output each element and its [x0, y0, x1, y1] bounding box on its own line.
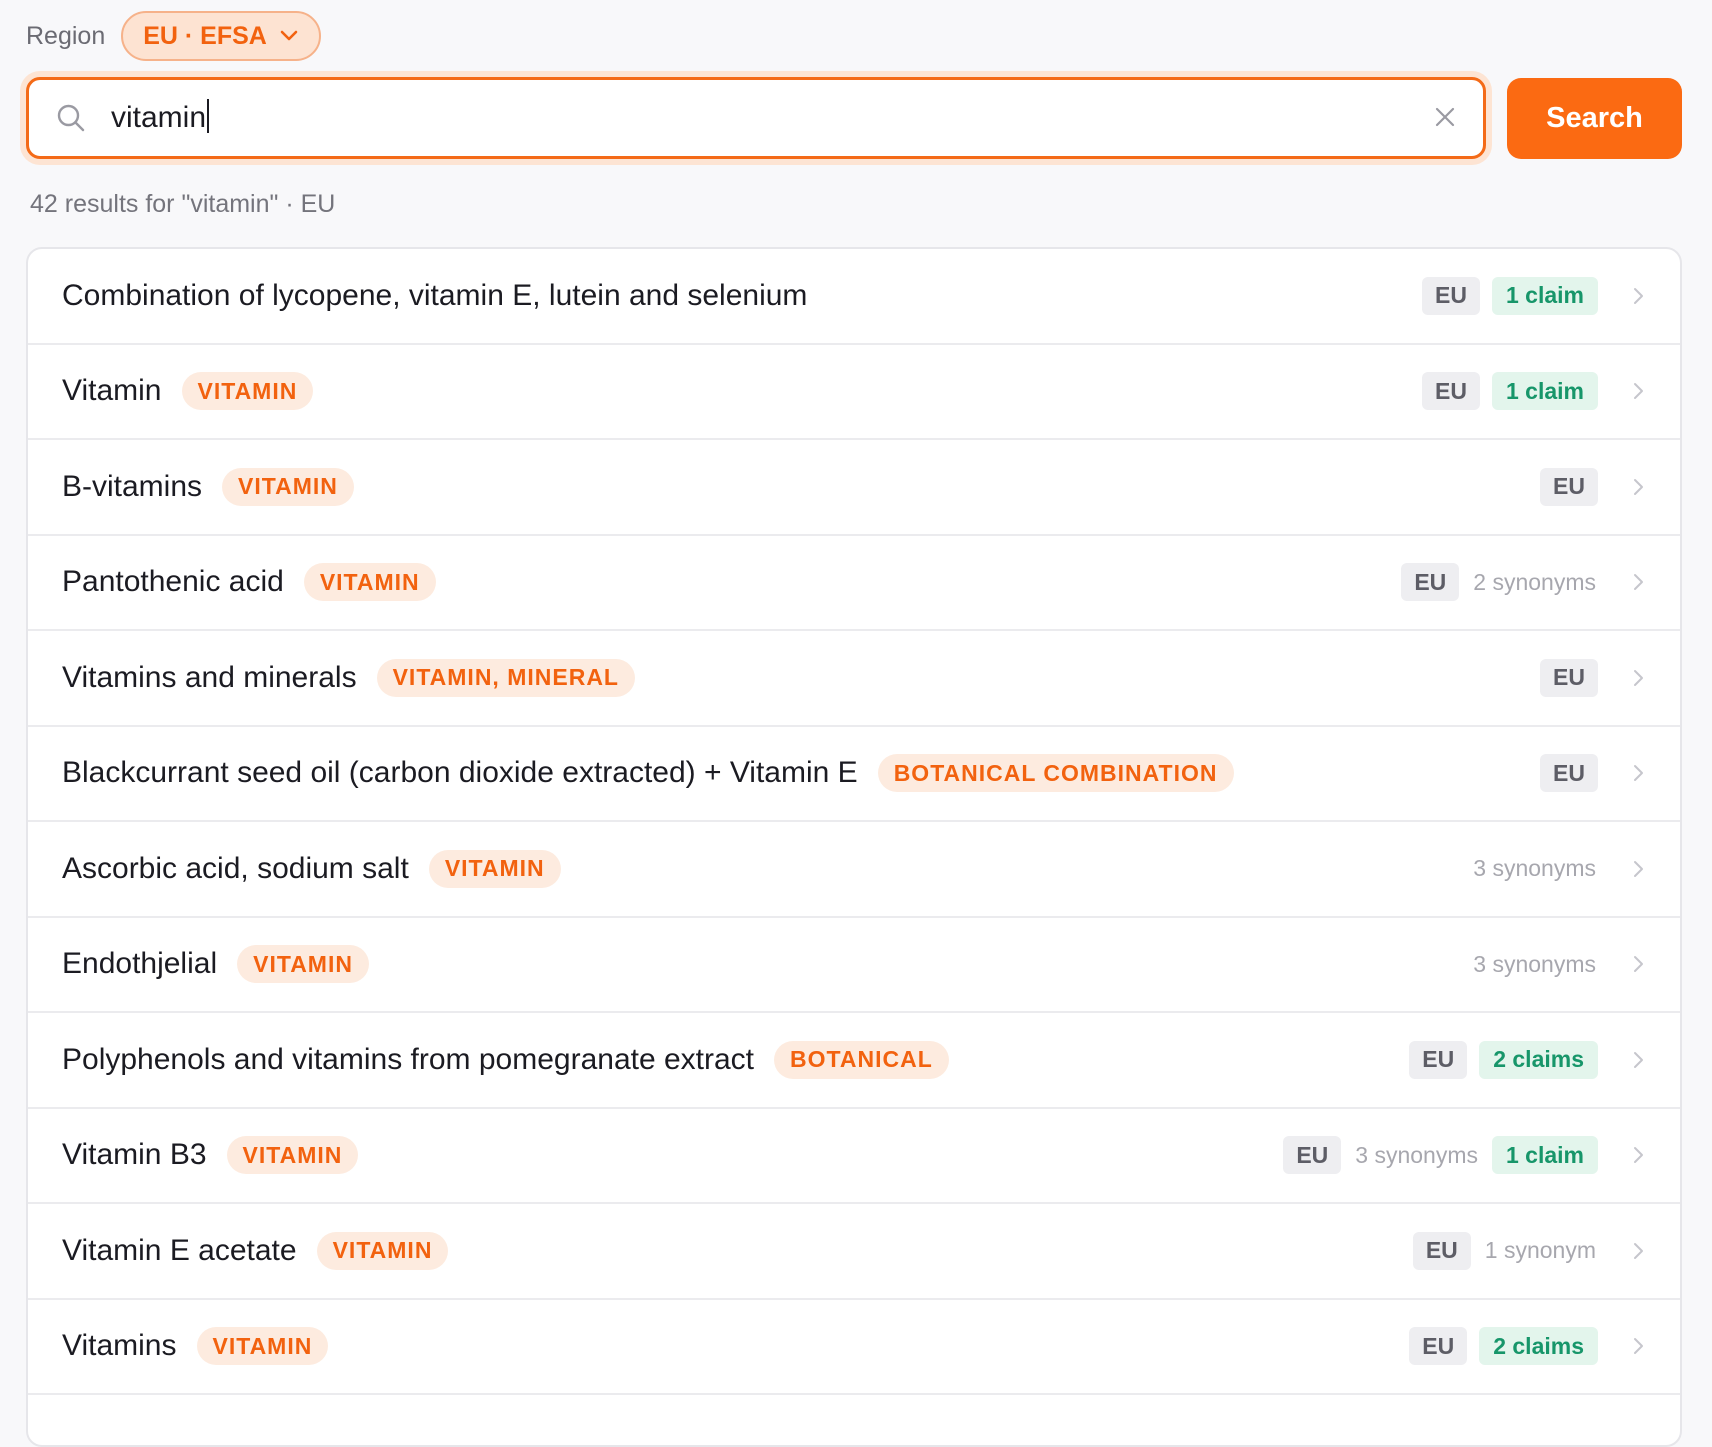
chevron-right-icon: [1634, 860, 1643, 877]
result-name: Combination of lycopene, vitamin E, lute…: [62, 278, 808, 312]
synonyms-count: 1 synonym: [1484, 1237, 1596, 1264]
close-icon[interactable]: [1433, 105, 1457, 129]
region-badge: EU: [1409, 1327, 1468, 1366]
result-name: Polyphenols and vitamins from pomegranat…: [62, 1042, 755, 1076]
results-summary: 42 results for "vitamin" · EU: [30, 190, 336, 218]
result-name: Pantothenic acid: [62, 565, 284, 599]
category-badge: VITAMIN: [196, 1327, 329, 1366]
result-meta: EU 2 claims: [1409, 1040, 1598, 1079]
result-meta: 3 synonyms: [1471, 855, 1598, 882]
result-row[interactable]: Combination of lycopene, vitamin E, lute…: [28, 249, 1680, 345]
region-badge: EU: [1283, 1136, 1342, 1175]
result-name: Blackcurrant seed oil (carbon dioxide ex…: [62, 756, 858, 790]
category-badge: BOTANICAL COMBINATION: [877, 754, 1234, 793]
result-name: Vitamin B3: [62, 1138, 207, 1172]
result-name: B-vitamins: [62, 469, 203, 503]
region-badge: EU: [1422, 372, 1480, 411]
result-row[interactable]: Vitamin E acetate VITAMIN EU 1 synonym: [28, 1204, 1680, 1300]
search-input-box[interactable]: vitamin: [26, 77, 1486, 159]
category-badge: VITAMIN: [303, 563, 436, 602]
claims-badge: 1 claim: [1492, 276, 1598, 315]
result-row[interactable]: Vitamin VITAMIN EU 1 claim: [28, 345, 1680, 440]
chevron-right-icon: [1634, 287, 1643, 304]
search-input-text: vitamin: [111, 101, 207, 134]
search-button[interactable]: Search: [1507, 78, 1682, 159]
result-meta: EU: [1540, 658, 1598, 697]
region-badge: EU: [1401, 563, 1460, 602]
result-row[interactable]: Polyphenols and vitamins from pomegranat…: [28, 1013, 1680, 1109]
result-meta: EU: [1540, 754, 1598, 793]
chevron-right-icon: [1634, 1242, 1643, 1259]
result-row[interactable]: B-vitamins VITAMIN EU: [28, 440, 1680, 536]
result-row[interactable]: Ascorbic acid, sodium salt VITAMIN 3 synon…: [28, 822, 1680, 918]
result-row[interactable]: Blackcurrant seed oil (carbon dioxide ex…: [28, 727, 1680, 822]
result-meta: EU: [1540, 467, 1598, 506]
chevron-right-icon: [1634, 1338, 1643, 1355]
region-badge: EU: [1412, 1231, 1471, 1270]
result-row[interactable]: Vitamin B3 VITAMIN EU 3 synonyms 1 claim: [28, 1109, 1680, 1204]
chevron-right-icon: [1634, 478, 1643, 495]
chevron-right-icon: [1634, 956, 1643, 973]
result-meta: EU 2 synonyms: [1401, 563, 1598, 602]
chevron-down-icon: [280, 30, 298, 41]
region-badge: EU: [1540, 754, 1598, 793]
synonyms-count: 2 synonyms: [1473, 568, 1596, 595]
text-caret: [207, 99, 210, 133]
result-name: Vitamins and minerals: [62, 660, 357, 694]
result-name: Ascorbic acid, sodium salt: [62, 851, 409, 885]
claims-badge: 1 claim: [1492, 372, 1598, 411]
result-meta: EU 1 claim: [1422, 276, 1598, 315]
synonyms-count: 3 synonyms: [1473, 950, 1596, 977]
result-meta: EU 2 claims: [1409, 1327, 1598, 1366]
result-name: Vitamin E acetate: [62, 1233, 297, 1267]
result-row[interactable]: Endothjelial VITAMIN 3 synonyms: [28, 918, 1680, 1013]
result-row[interactable]: Vitamins VITAMIN EU 2 claims: [28, 1300, 1680, 1395]
category-badge: VITAMIN: [181, 372, 314, 411]
region-badge: EU: [1422, 276, 1480, 315]
claims-badge: 2 claims: [1479, 1040, 1598, 1079]
search-icon: [57, 104, 85, 132]
chevron-right-icon: [1634, 765, 1643, 782]
region-badge: EU: [1409, 1040, 1468, 1079]
chevron-right-icon: [1634, 1147, 1643, 1164]
result-meta: 3 synonyms: [1471, 951, 1598, 978]
chevron-right-icon: [1634, 574, 1643, 591]
synonyms-count: 3 synonyms: [1473, 855, 1596, 882]
search-input[interactable]: vitamin: [111, 80, 210, 156]
region-badge: EU: [1540, 658, 1598, 697]
synonyms-count: 3 synonyms: [1355, 1141, 1478, 1168]
region-select-value: EU · EFSA: [143, 21, 267, 50]
category-badge: VITAMIN: [316, 1231, 449, 1270]
region-select[interactable]: EU · EFSA: [121, 11, 321, 61]
category-badge: VITAMIN: [428, 849, 561, 888]
region-filter: Region EU · EFSA: [26, 10, 321, 62]
chevron-right-icon: [1634, 383, 1643, 400]
claims-badge: 2 claims: [1479, 1327, 1598, 1366]
chevron-right-icon: [1634, 1051, 1643, 1068]
result-row[interactable]: Pantothenic acid VITAMIN EU 2 synonyms: [28, 536, 1680, 631]
region-badge: EU: [1540, 467, 1598, 506]
result-name: Endothjelial: [62, 947, 218, 981]
result-meta: EU 1 synonym: [1412, 1231, 1598, 1270]
results-list: Combination of lycopene, vitamin E, lute…: [26, 247, 1682, 1447]
claims-badge: 1 claim: [1492, 1136, 1598, 1175]
chevron-right-icon: [1634, 669, 1643, 686]
category-badge: VITAMIN: [222, 467, 354, 506]
category-badge: VITAMIN: [226, 1136, 359, 1175]
result-meta: EU 1 claim: [1422, 372, 1598, 411]
region-label: Region: [26, 21, 106, 50]
result-meta: EU 3 synonyms 1 claim: [1283, 1136, 1598, 1175]
category-badge: VITAMIN: [237, 945, 369, 984]
category-badge: VITAMIN, MINERAL: [376, 658, 635, 697]
result-name: Vitamins: [62, 1329, 177, 1363]
category-badge: BOTANICAL: [774, 1040, 949, 1079]
result-row[interactable]: Vitamins and minerals VITAMIN, MINERAL EU: [28, 631, 1680, 727]
result-name: Vitamin: [62, 374, 162, 408]
